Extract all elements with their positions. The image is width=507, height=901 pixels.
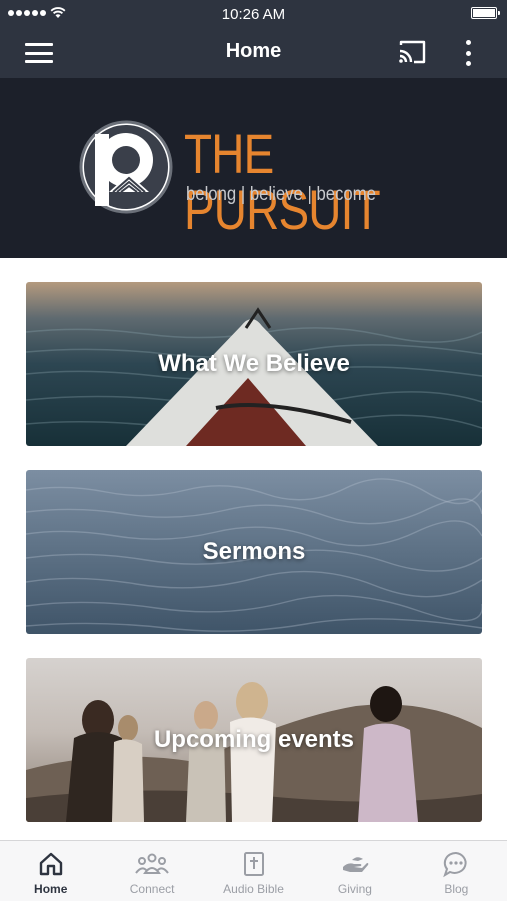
tab-audio-bible[interactable]: Audio Bible bbox=[203, 841, 304, 901]
church-logo-icon bbox=[79, 120, 173, 214]
tab-home[interactable]: Home bbox=[0, 841, 101, 901]
tab-connect[interactable]: Connect bbox=[101, 841, 202, 901]
signal-strength-icon bbox=[8, 10, 46, 16]
giving-hand-icon bbox=[340, 850, 370, 878]
home-icon bbox=[38, 850, 64, 878]
cast-icon[interactable] bbox=[397, 39, 427, 70]
tab-blog[interactable]: Blog bbox=[406, 841, 507, 901]
more-vertical-icon[interactable] bbox=[462, 39, 474, 67]
card-label: Sermons bbox=[202, 538, 306, 565]
upcoming-events-card[interactable]: Upcoming events bbox=[26, 658, 482, 822]
status-time: 10:26 AM bbox=[221, 5, 286, 23]
bible-icon bbox=[243, 850, 265, 878]
status-bar: 10:26 AM bbox=[0, 0, 507, 28]
tab-label: Connect bbox=[129, 882, 175, 896]
tab-giving[interactable]: Giving bbox=[304, 841, 405, 901]
signal-wifi-indicators bbox=[8, 7, 66, 19]
tab-label: Home bbox=[34, 882, 68, 896]
app-bar: Home bbox=[0, 28, 507, 78]
bottom-tab-bar: Home Connect Audio Bible Giving Blog bbox=[0, 840, 507, 901]
people-icon bbox=[135, 850, 169, 878]
wifi-icon bbox=[50, 7, 66, 18]
chat-bubble-icon bbox=[442, 850, 470, 878]
card-label: Upcoming events bbox=[153, 726, 355, 753]
what-we-believe-card[interactable]: What We Believe bbox=[26, 282, 482, 446]
tab-label: Blog bbox=[444, 882, 469, 896]
sermons-card[interactable]: Sermons bbox=[26, 470, 482, 634]
card-label: What We Believe bbox=[158, 350, 350, 377]
brand-tagline: belong | believe | become bbox=[186, 184, 376, 205]
battery-icon bbox=[471, 7, 500, 19]
tab-label: Audio Bible bbox=[223, 882, 284, 896]
page-title: Home bbox=[225, 40, 282, 62]
hero-banner: THE PURSUIT belong | believe | become bbox=[0, 78, 507, 258]
brand-name: THE PURSUIT bbox=[184, 122, 381, 241]
tab-label: Giving bbox=[337, 882, 372, 896]
